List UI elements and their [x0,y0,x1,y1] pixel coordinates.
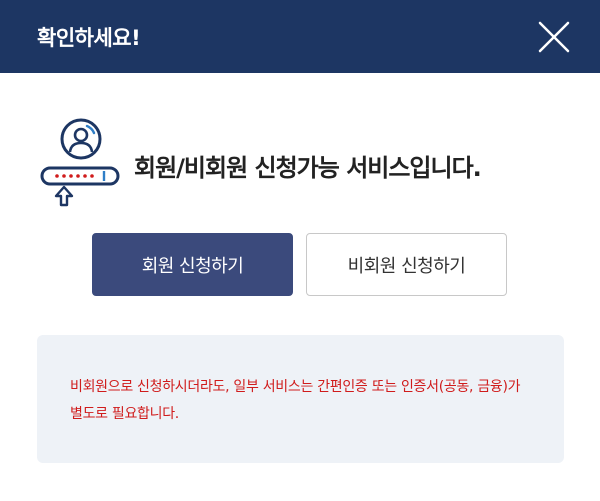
member-apply-button[interactable]: 회원 신청하기 [92,233,293,296]
dialog-header: 확인하세요! [0,0,600,73]
member-application-icon [40,118,120,207]
nonmember-apply-button[interactable]: 비회원 신청하기 [306,233,507,296]
dialog-title: 확인하세요! [37,26,141,50]
service-availability-text: 회원/비회원 신청가능 서비스입니다. [134,154,482,182]
confirm-dialog: 확인하세요! 회원/비회원 신청가능 서비스입니다. 회원 신청하기 비회원 신… [0,0,600,501]
close-icon [538,21,570,53]
notice-text: 비회원으로 신청하시더라도, 일부 서비스는 간편인증 또는 인증서(공동, 금… [70,379,521,422]
notice-box: 비회원으로 신청하시더라도, 일부 서비스는 간편인증 또는 인증서(공동, 금… [37,335,564,463]
close-button[interactable] [536,19,572,55]
service-intro: 회원/비회원 신청가능 서비스입니다. [37,117,567,212]
